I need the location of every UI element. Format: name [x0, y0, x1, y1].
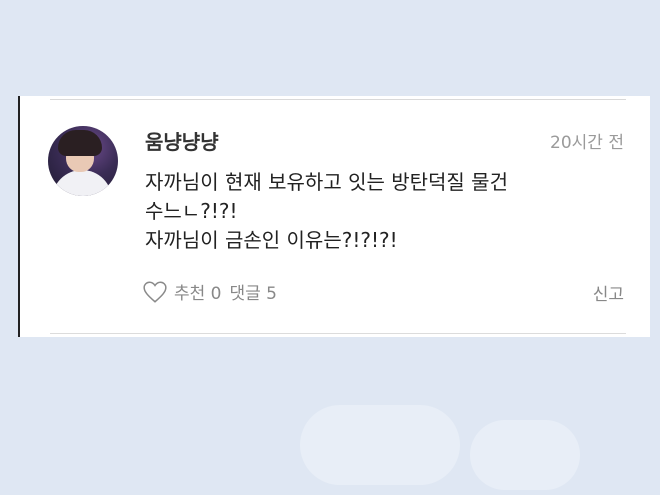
- comment-line: 자까님이 금손인 이유는?!?!?!: [145, 228, 398, 252]
- comment-body: 자까님이 현재 보유하고 잇는 방탄덕질 물건 수느ㄴ?!?! 자까님이 금손인…: [145, 168, 615, 255]
- comment-username[interactable]: 움냥냥냥: [145, 126, 219, 155]
- report-button[interactable]: 신고: [593, 280, 624, 305]
- comment-actions: 추천 0 댓글 5: [142, 279, 277, 304]
- background-shape: [470, 420, 580, 490]
- comment-line: 자까님이 현재 보유하고 잇는 방탄덕질 물건: [145, 170, 508, 194]
- heart-outline-icon[interactable]: [142, 280, 168, 304]
- comment-timestamp: 20시간 전: [550, 133, 624, 153]
- comment-line: 수느ㄴ?!?!: [145, 199, 238, 223]
- like-count-button[interactable]: 추천 0: [174, 279, 222, 304]
- divider: [50, 333, 626, 334]
- avatar[interactable]: [48, 126, 118, 196]
- background-shape: [300, 405, 460, 485]
- reply-count-button[interactable]: 댓글 5: [230, 279, 278, 304]
- divider: [50, 99, 626, 100]
- comment-card: 움냥냥냥 20시간 전 자까님이 현재 보유하고 잇는 방탄덕질 물건 수느ㄴ?…: [18, 96, 650, 337]
